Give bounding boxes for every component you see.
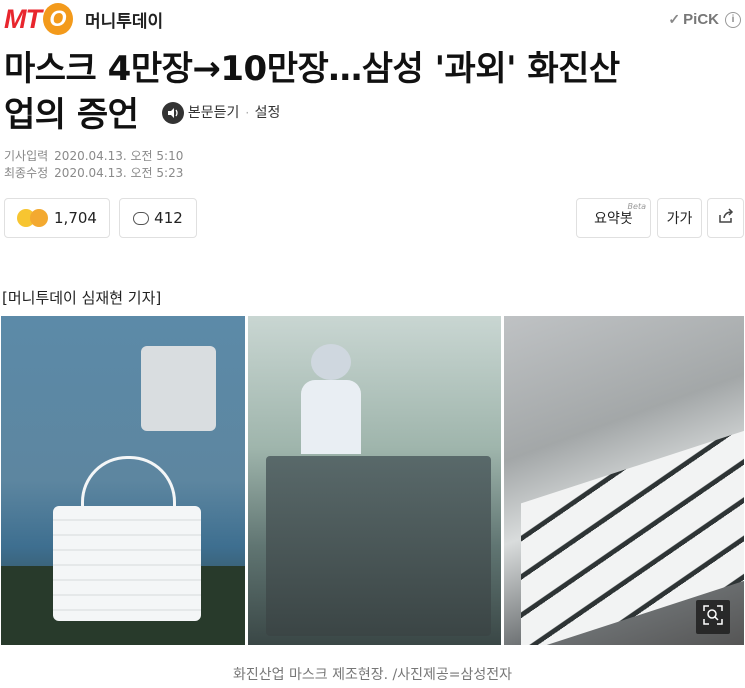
published-row: 기사입력 2020.04.13. 오전 5:10 [4,148,183,165]
font-size-label: 가가 [666,211,693,227]
summary-bot-button[interactable]: 요약봇 Beta [576,198,651,238]
font-size-button[interactable]: 가가 [657,198,702,238]
check-icon: ✓ [668,11,681,27]
article-meta: 기사입력 2020.04.13. 오전 5:10 최종수정 2020.04.13. … [4,148,183,182]
separator-dot: · [245,105,249,120]
share-icon [717,208,735,228]
listen-button[interactable]: 본문듣기 [188,90,240,136]
image-search-icon [703,605,723,629]
photo-worker [301,344,361,454]
article-title: 마스크 4만장→10만장…삼성 '과외' 화진산 업의 증언 본문듣기 · 설정 [4,46,744,140]
image-search-button[interactable] [696,600,730,634]
modified-value: 2020.04.13. 오전 5:23 [54,166,184,180]
brand-name[interactable]: 머니투데이 [85,7,163,32]
settings-button[interactable]: 설정 [255,90,281,136]
modified-row: 최종수정 2020.04.13. 오전 5:23 [4,165,183,182]
reaction-count: 1,704 [54,209,97,227]
audio-listen-icon[interactable] [161,101,184,124]
published-value: 2020.04.13. 오전 5:10 [54,149,184,163]
published-label: 기사입력 [4,149,49,163]
modified-label: 최종수정 [4,166,49,180]
logo-o-mark: O [42,3,73,35]
mt-logo[interactable]: MT O 머니투데이 [4,3,163,35]
top-bar: MT O 머니투데이 ✓ PiCK i [0,0,745,40]
article-title-line2-row: 업의 증언 본문듣기 · 설정 [4,92,744,140]
listen-controls: 본문듣기 · 설정 [161,90,281,136]
byline: [머니투데이 심재현 기자] [2,289,162,307]
article-title-line2: 업의 증언 [4,95,139,135]
summary-bot-label: 요약봇 [594,211,633,227]
beta-badge: Beta [627,202,646,211]
pick-label: PiCK [683,11,719,28]
share-button[interactable] [707,198,744,238]
photo-mask-stack [53,506,201,621]
pick-badge[interactable]: ✓ PiCK i [668,11,741,28]
article-photo [1,316,744,645]
reaction-button[interactable]: 1,704 [4,198,110,238]
comment-button[interactable]: 412 [119,198,197,238]
comment-icon [133,211,150,225]
logo-mt-text: MT [4,3,42,34]
comment-count: 412 [154,209,183,227]
article-actions: 1,704 412 요약봇 Beta 가가 [4,198,744,238]
photo-caption: 화진산업 마스크 제조현장. /사진제공=삼성전자 [233,667,512,683]
info-icon[interactable]: i [725,11,741,28]
article-title-line1: 마스크 4만장→10만장…삼성 '과외' 화진산 [4,49,620,89]
sad-emoji-icon [30,209,49,227]
photo-machine-part [141,346,216,431]
photo-production-machine [266,456,491,636]
